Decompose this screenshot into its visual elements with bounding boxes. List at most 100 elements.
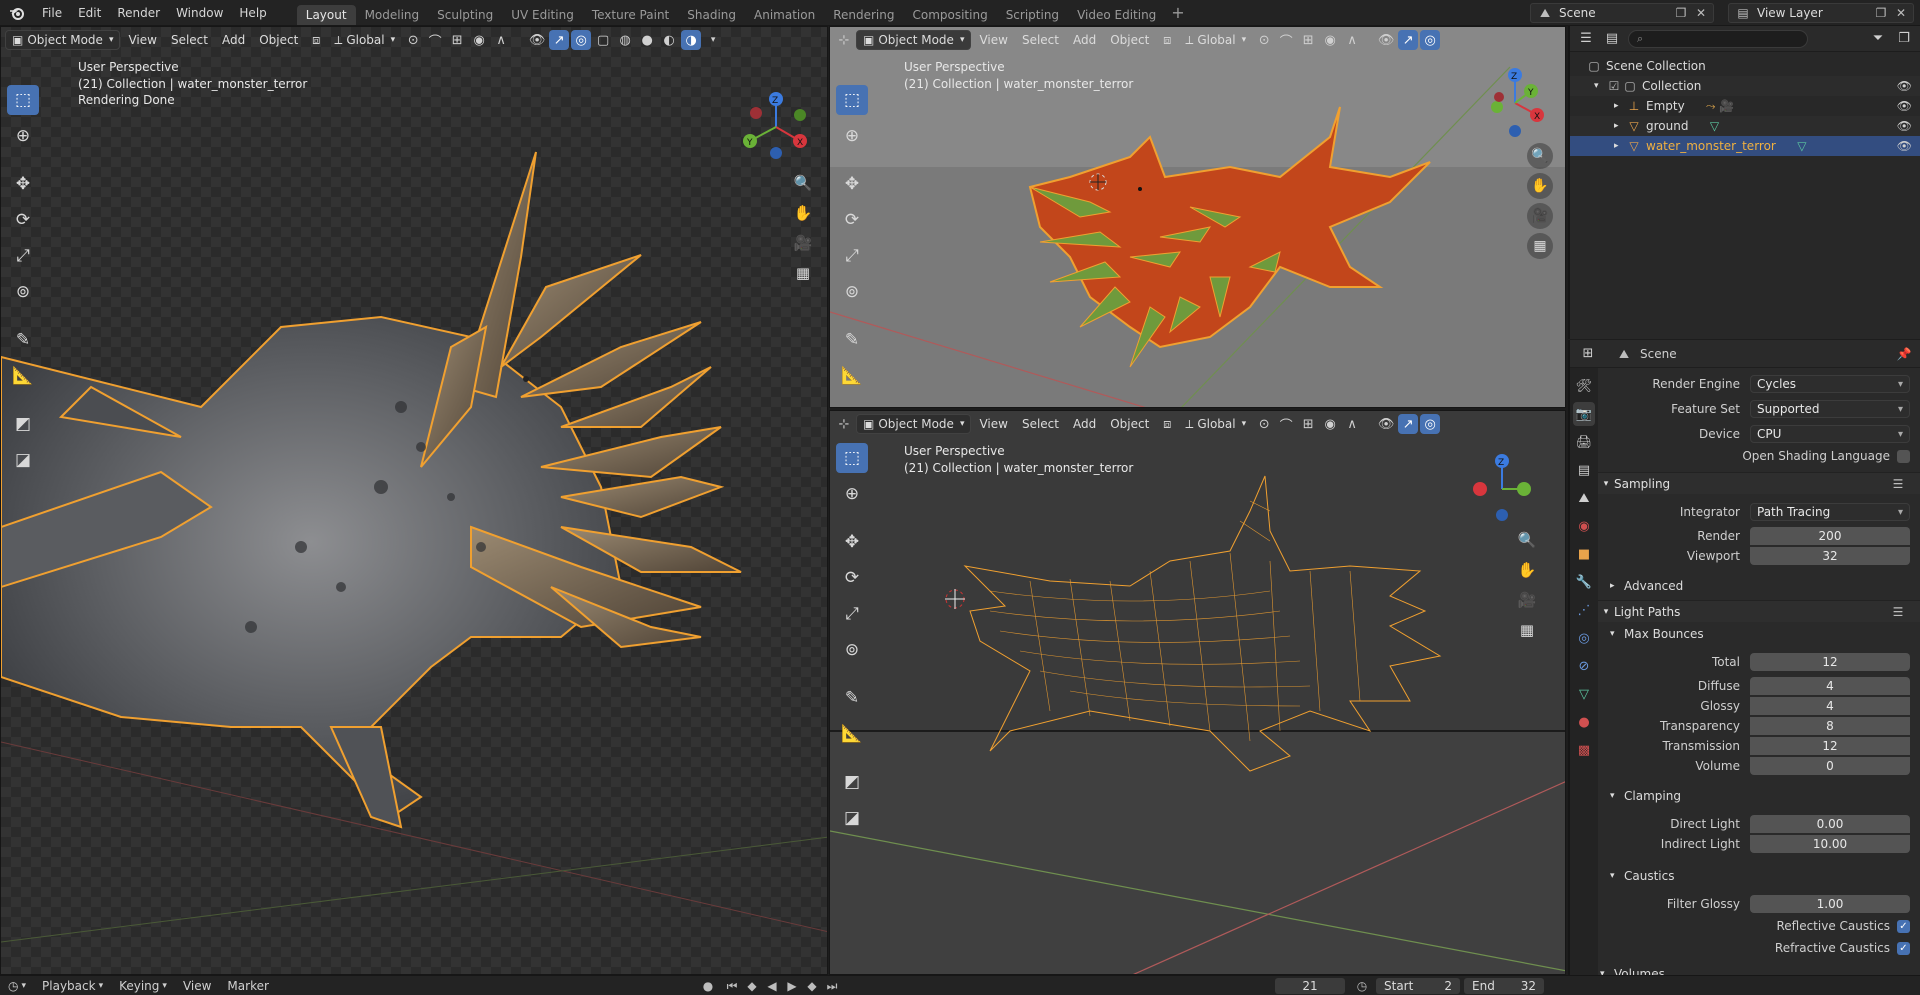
menu-help[interactable]: Help	[231, 0, 274, 26]
tab-compositing[interactable]: Compositing	[903, 5, 996, 25]
camera-icon[interactable]: 🎥	[790, 230, 816, 256]
camera-icon[interactable]: 🎥	[1514, 587, 1540, 613]
tab-texture-paint[interactable]: Texture Paint	[583, 5, 678, 25]
reflective-caustics-checkbox[interactable]: ✓	[1897, 919, 1910, 933]
object-tab-icon[interactable]: ■	[1573, 542, 1595, 566]
overlays-toggle-icon[interactable]: ◎	[1420, 30, 1441, 50]
keying-menu[interactable]: Keying ▾	[111, 979, 175, 993]
presets-list-icon[interactable]: ☰	[1890, 604, 1906, 620]
pan-hand-icon[interactable]: ✋	[1527, 173, 1553, 199]
measure-icon[interactable]: 📐	[836, 719, 868, 749]
zoom-icon[interactable]: 🔍	[790, 170, 816, 196]
start-frame-field[interactable]: Start 2	[1376, 978, 1460, 994]
cursor-icon[interactable]: ⊕	[836, 121, 868, 151]
editor-type-icon[interactable]: ⊹	[834, 30, 854, 50]
timeline-marker-menu[interactable]: Marker	[219, 979, 276, 993]
annotate-icon[interactable]: ⧈	[1157, 30, 1177, 50]
glossy-bounces-field[interactable]: 4	[1750, 697, 1910, 715]
snap-target-icon[interactable]: ⊞	[1298, 30, 1318, 50]
view-layer-selector[interactable]: ▤ View Layer ❐ ✕	[1728, 3, 1914, 23]
add-cube-icon[interactable]: ◩	[836, 767, 868, 797]
tab-uv-editing[interactable]: UV Editing	[502, 5, 583, 25]
rotate-icon[interactable]: ⟳	[836, 205, 868, 235]
snap-icon[interactable]: ⌒	[425, 30, 445, 50]
record-icon[interactable]: ●	[700, 978, 716, 994]
outliner-row-empty[interactable]: ▸ ⊥ Empty ⤳ 🎥 👁	[1570, 96, 1920, 116]
tab-modeling[interactable]: Modeling	[356, 5, 429, 25]
disclosure-closed-icon[interactable]: ▸	[1614, 121, 1626, 131]
proportional-edit-icon[interactable]: ◉	[469, 30, 489, 50]
menu-window[interactable]: Window	[168, 0, 231, 26]
disclosure-open-icon[interactable]: ▾	[1594, 81, 1606, 91]
physics-tab-icon[interactable]: ◎	[1573, 626, 1595, 650]
material-shading-icon[interactable]: ◐	[659, 30, 679, 50]
measure-icon[interactable]: 📐	[7, 361, 39, 391]
disclosure-closed-icon[interactable]: ▸	[1614, 141, 1626, 151]
annotate-icon[interactable]: ⧈	[1157, 414, 1177, 434]
end-frame-field[interactable]: End 32	[1464, 978, 1544, 994]
outliner-row-water-monster-terror[interactable]: ▸ ▽ water_monster_terror ▽ 👁	[1570, 136, 1920, 156]
tool-tab-icon[interactable]: 🛠	[1573, 374, 1595, 398]
menu-view[interactable]: View	[122, 30, 162, 50]
menu-select[interactable]: Select	[165, 30, 214, 50]
world-tab-icon[interactable]: ◉	[1573, 514, 1595, 538]
gizmo-toggle-icon[interactable]: ↗	[1398, 30, 1419, 50]
falloff-icon[interactable]: ∧	[491, 30, 511, 50]
navigation-gizmo[interactable]: Z	[1462, 449, 1542, 529]
transform-orientation-selector[interactable]: ⟂ Global ▾	[328, 30, 401, 50]
rotate-icon[interactable]: ⟳	[7, 205, 39, 235]
pin-icon[interactable]: 📌	[1896, 346, 1912, 362]
transform-orientation-selector[interactable]: ⟂ Global ▾	[1179, 414, 1252, 434]
snap-target-icon[interactable]: ⊞	[447, 30, 467, 50]
tab-shading[interactable]: Shading	[678, 5, 745, 25]
move-icon[interactable]: ✥	[836, 527, 868, 557]
annotate-icon[interactable]: ✎	[836, 325, 868, 355]
measure-icon[interactable]: 📐	[836, 361, 868, 391]
transmission-bounces-field[interactable]: 12	[1750, 737, 1910, 755]
snap-icon[interactable]: ⌒	[1276, 30, 1296, 50]
render-samples-field[interactable]: 200	[1750, 527, 1910, 545]
outliner-search-input[interactable]: ⌕	[1628, 29, 1808, 48]
direct-light-field[interactable]: 0.00	[1750, 815, 1910, 833]
add-workspace-button[interactable]: +	[1165, 3, 1190, 22]
annotate-icon[interactable]: ✎	[836, 683, 868, 713]
max-bounces-subpanel-header[interactable]: ▾ Max Bounces	[1598, 624, 1920, 644]
presets-list-icon[interactable]: ☰	[1890, 476, 1906, 492]
visibility-icon[interactable]: 👁	[1376, 30, 1396, 50]
rotate-icon[interactable]: ⟳	[836, 563, 868, 593]
eye-icon[interactable]: 👁	[1897, 79, 1912, 93]
caustics-subpanel-header[interactable]: ▾ Caustics	[1598, 866, 1920, 886]
modifier-tab-icon[interactable]: 🔧	[1573, 570, 1595, 594]
render-tab-icon[interactable]: 📷	[1573, 402, 1595, 426]
pan-hand-icon[interactable]: ✋	[1514, 557, 1540, 583]
camera-icon[interactable]: 🎥	[1527, 203, 1553, 229]
menu-render[interactable]: Render	[109, 0, 168, 26]
diffuse-bounces-field[interactable]: 4	[1750, 677, 1910, 695]
disclosure-closed-icon[interactable]: ▸	[1614, 101, 1626, 111]
tab-video-editing[interactable]: Video Editing	[1068, 5, 1165, 25]
light-paths-panel-header[interactable]: ▾ Light Paths ☰	[1598, 600, 1920, 622]
pivot-icon[interactable]: ⊙	[1254, 414, 1274, 434]
ortho-grid-icon[interactable]: ▦	[1527, 233, 1553, 259]
integrator-dropdown[interactable]: Path Tracing	[1750, 503, 1910, 521]
scale-icon[interactable]: ⤢	[7, 241, 39, 271]
scale-icon[interactable]: ⤢	[836, 599, 868, 629]
playback-menu[interactable]: Playback ▾	[34, 979, 111, 993]
visibility-icon[interactable]: 👁	[527, 30, 547, 50]
new-view-layer-icon[interactable]: ❐	[1873, 5, 1889, 21]
add-cube-icon[interactable]: ◩	[7, 409, 39, 439]
close-icon[interactable]: ✕	[1893, 5, 1909, 21]
rendered-shading-icon[interactable]: ◑	[681, 30, 702, 50]
data-tab-icon[interactable]: ▽	[1573, 682, 1595, 706]
move-icon[interactable]: ✥	[7, 169, 39, 199]
menu-edit[interactable]: Edit	[70, 0, 109, 26]
extra-tool-icon[interactable]: ◪	[7, 445, 39, 475]
proportional-edit-icon[interactable]: ◉	[1320, 414, 1340, 434]
close-icon[interactable]: ✕	[1693, 5, 1709, 21]
viewport-bottom-right[interactable]: ⊹ ▣ Object Mode ▾ View Select Add Object…	[829, 410, 1566, 975]
current-frame-field[interactable]: 21	[1275, 978, 1345, 994]
tab-layout[interactable]: Layout	[296, 4, 356, 25]
jump-end-icon[interactable]: ⏭	[824, 978, 840, 994]
indirect-light-field[interactable]: 10.00	[1750, 835, 1910, 853]
editor-type-icon[interactable]: ⊹	[834, 414, 854, 434]
